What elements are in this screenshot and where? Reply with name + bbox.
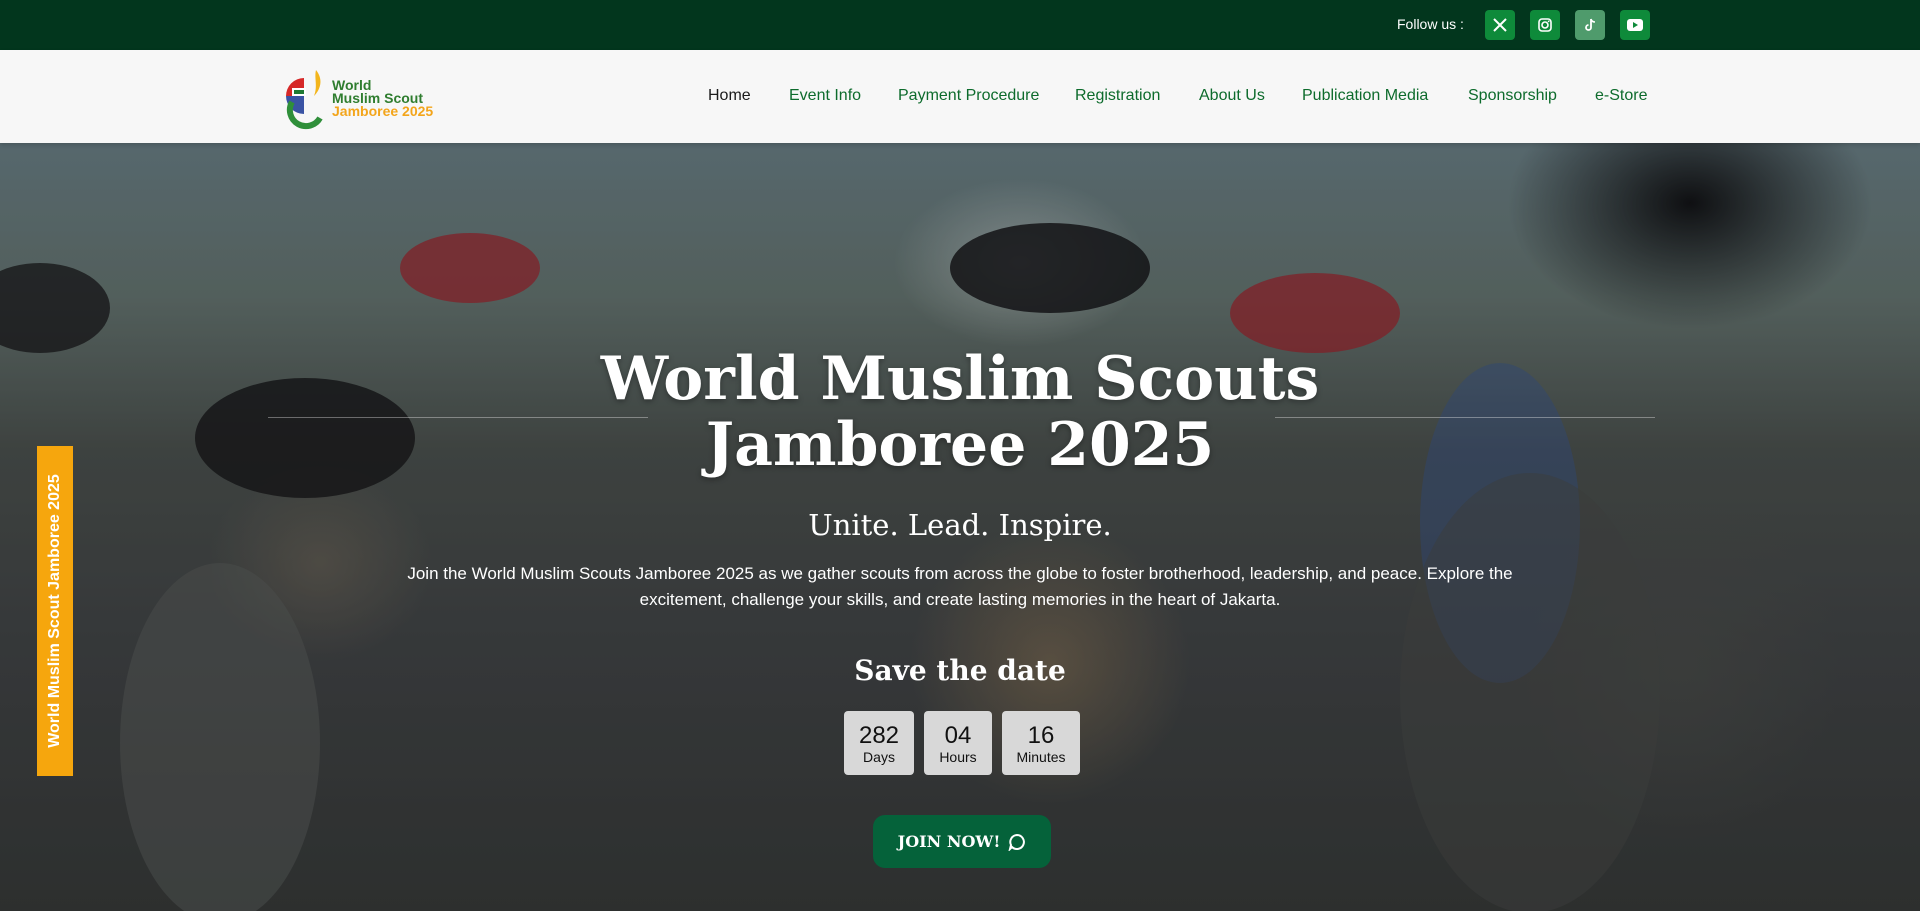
logo-line-3: Jamboree 2025	[332, 102, 434, 119]
join-now-label: JOIN NOW!	[897, 832, 1001, 851]
nav-about-us[interactable]: About Us	[1199, 87, 1265, 105]
side-tab-jamboree[interactable]: World Muslim Scout Jamboree 2025	[37, 446, 73, 776]
logo-wordmark: World Muslim Scout Jamboree 2025	[332, 78, 434, 119]
join-now-button[interactable]: JOIN NOW!	[873, 815, 1051, 868]
countdown-minutes-value: 16	[1027, 722, 1055, 749]
nav-e-store[interactable]: e-Store	[1595, 87, 1647, 105]
hero-content: World Muslim Scouts Jamboree 2025 Unite.…	[0, 143, 1920, 911]
top-bar: Follow us :	[0, 0, 1920, 50]
save-the-date-heading: Save the date	[854, 654, 1066, 687]
hero-title-line-2: Jamboree 2025	[705, 410, 1215, 480]
instagram-social-button[interactable]	[1530, 10, 1560, 40]
youtube-icon	[1627, 19, 1643, 31]
countdown-hours-value: 04	[944, 722, 972, 749]
instagram-icon	[1538, 18, 1552, 32]
nav-registration[interactable]: Registration	[1075, 87, 1160, 105]
tiktok-icon	[1585, 18, 1596, 31]
nav-sponsorship[interactable]: Sponsorship	[1468, 87, 1557, 105]
follow-us-label: Follow us :	[1397, 16, 1464, 32]
nav-event-info[interactable]: Event Info	[789, 87, 861, 105]
chat-bubble-icon	[1008, 833, 1026, 851]
nav-home[interactable]: Home	[708, 87, 751, 105]
jamboree-emblem-icon	[278, 66, 330, 130]
hero-title: World Muslim Scouts Jamboree 2025	[560, 346, 1360, 478]
x-icon	[1493, 18, 1507, 32]
countdown-minutes-label: Minutes	[1016, 749, 1066, 765]
main-navigation: World Muslim Scout Jamboree 2025 Home Ev…	[0, 50, 1920, 143]
countdown-days: 282 Days	[844, 711, 914, 775]
countdown-hours-label: Hours	[939, 749, 977, 765]
hero-tagline: Unite. Lead. Inspire.	[808, 508, 1112, 542]
nav-publication-media[interactable]: Publication Media	[1302, 87, 1428, 105]
nav-payment-procedure[interactable]: Payment Procedure	[898, 87, 1039, 105]
hero-description: Join the World Muslim Scouts Jamboree 20…	[407, 564, 1513, 609]
countdown-days-value: 282	[858, 722, 900, 749]
countdown-minutes: 16 Minutes	[1002, 711, 1080, 775]
x-social-button[interactable]	[1485, 10, 1515, 40]
site-logo[interactable]: World Muslim Scout Jamboree 2025	[278, 66, 458, 130]
countdown-days-label: Days	[863, 749, 895, 765]
youtube-social-button[interactable]	[1620, 10, 1650, 40]
tiktok-social-button[interactable]	[1575, 10, 1605, 40]
hero-title-line-1: World Muslim Scouts	[600, 344, 1320, 414]
side-tab-label: World Muslim Scout Jamboree 2025	[46, 474, 63, 748]
countdown-hours: 04 Hours	[924, 711, 992, 775]
